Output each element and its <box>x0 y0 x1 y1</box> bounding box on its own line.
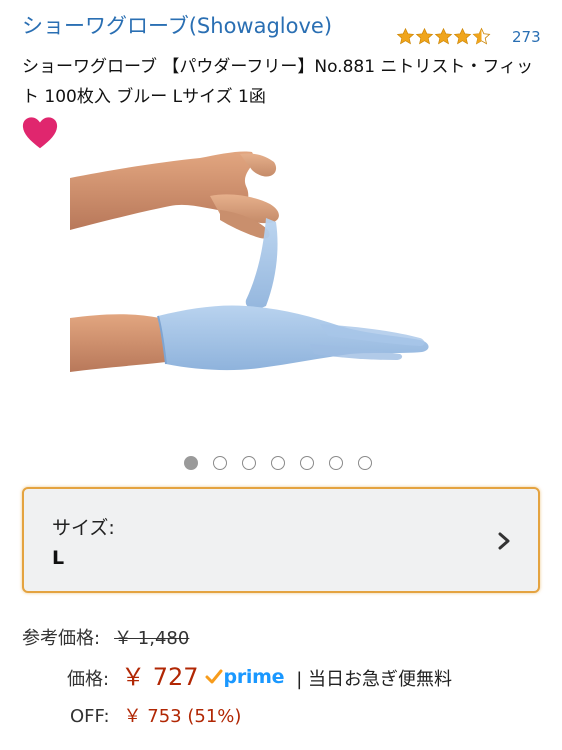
prime-badge: prime <box>205 666 285 688</box>
list-price-label: 参考価格: <box>22 628 101 649</box>
star-full-icon <box>415 27 434 45</box>
size-selector[interactable]: サイズ: L <box>22 487 540 593</box>
carousel-indicator <box>184 456 372 470</box>
carousel-dot[interactable] <box>358 456 372 470</box>
list-price: ￥ 1,480 <box>114 628 190 649</box>
heart-icon[interactable] <box>21 115 59 151</box>
prime-label: prime <box>223 666 285 688</box>
star-full-icon <box>434 27 453 45</box>
carousel-dot[interactable] <box>300 456 314 470</box>
carousel-dot[interactable] <box>329 456 343 470</box>
product-image[interactable] <box>70 140 450 415</box>
review-count[interactable]: 273 <box>512 28 541 46</box>
star-full-icon <box>396 27 415 45</box>
product-page: ショーワグローブ(Showaglove) 273 ショーワグローブ 【パウダーフ… <box>0 0 562 750</box>
carousel-dot[interactable] <box>271 456 285 470</box>
carousel-dot[interactable] <box>242 456 256 470</box>
brand-link[interactable]: ショーワグローブ(Showaglove) <box>22 10 332 40</box>
star-full-icon <box>453 27 472 45</box>
savings-row: OFF: ￥ 753 (51%) <box>70 702 241 728</box>
price-label: 価格: <box>67 669 110 690</box>
list-price-row: 参考価格: ￥ 1,480 <box>22 624 189 650</box>
sale-price: ￥ 727 <box>121 663 199 691</box>
savings-amount: ￥ 753 (51%) <box>123 706 242 727</box>
savings-label: OFF: <box>70 706 110 727</box>
prime-check-icon <box>205 669 223 684</box>
price-row: 価格: ￥ 727 prime | 当日お急ぎ便無料 <box>67 657 452 692</box>
carousel-dot[interactable] <box>213 456 227 470</box>
rating[interactable]: 273 <box>396 27 541 46</box>
delivery-info: | 当日お急ぎ便無料 <box>296 669 452 690</box>
size-value: L <box>52 547 65 569</box>
size-label: サイズ: <box>52 517 115 539</box>
star-rating <box>396 27 491 46</box>
star-half-icon <box>472 27 491 45</box>
chevron-right-icon <box>498 532 510 550</box>
carousel-dot[interactable] <box>184 456 198 470</box>
product-title: ショーワグローブ 【パウダーフリー】No.881 ニトリスト・フィット 100枚… <box>22 57 534 107</box>
